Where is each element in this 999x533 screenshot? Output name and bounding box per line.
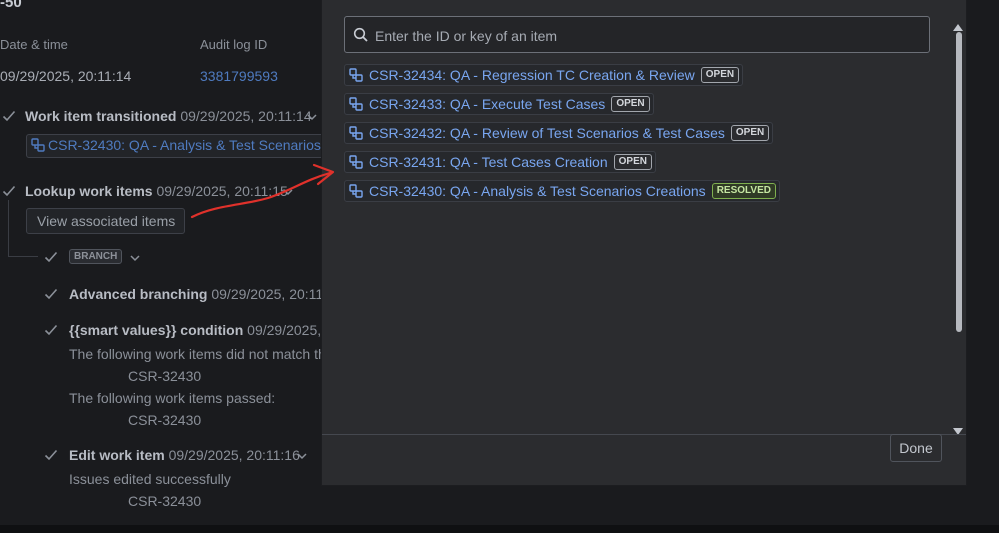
annotation-arrow <box>190 163 335 219</box>
annotation-arrow-stroke <box>190 171 332 219</box>
